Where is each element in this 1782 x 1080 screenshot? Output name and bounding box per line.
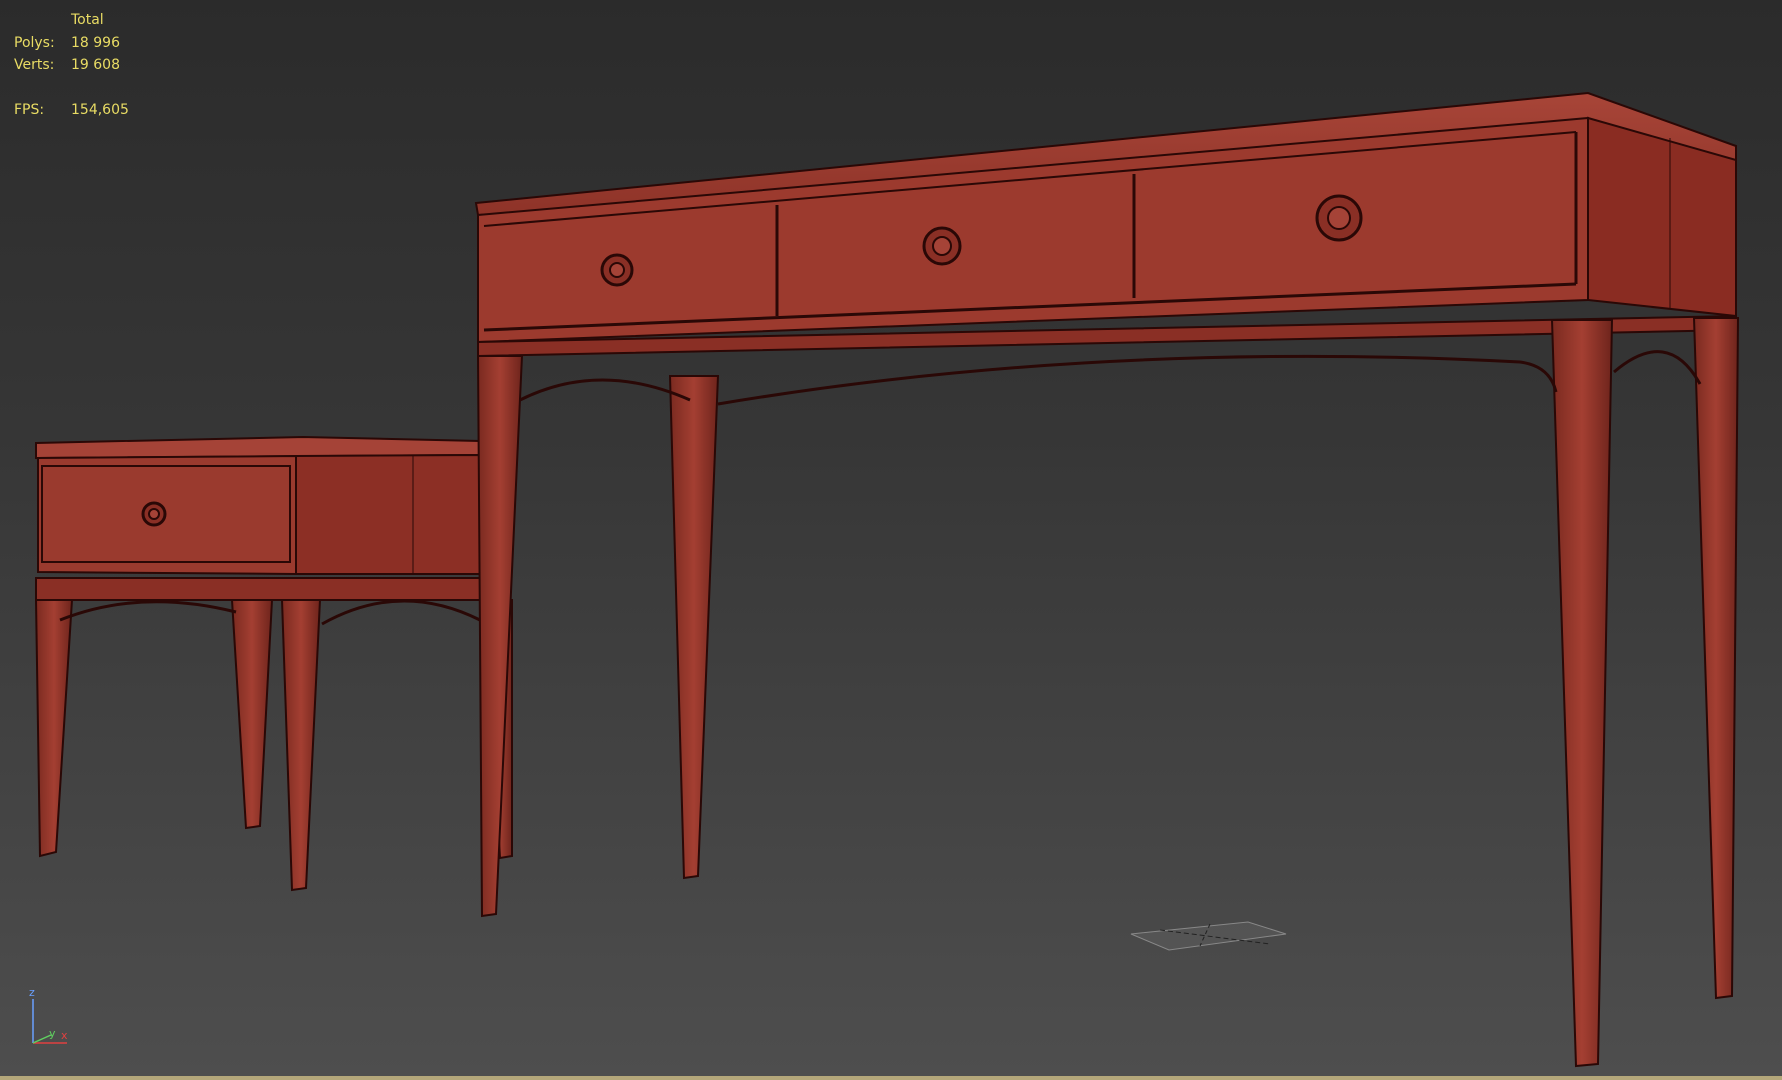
fps-value: 154,605 (71, 102, 129, 118)
nightstand-side (295, 453, 481, 575)
axis-y-label: y (49, 1027, 56, 1040)
axis-tripod-icon: z y x (29, 986, 68, 1044)
axis-x-label: x (61, 1029, 68, 1042)
viewport[interactable]: Total Polys: 18 996 Verts: 19 608 FPS: 1… (0, 0, 1782, 1080)
axis-z-label: z (29, 986, 35, 999)
nightstand-leg (280, 599, 322, 892)
nightstand-model[interactable] (34, 435, 513, 892)
nightstand-leg (34, 599, 74, 858)
verts-label: Verts: (14, 57, 55, 73)
nightstand-leg (230, 599, 274, 830)
grid-gizmo (1130, 921, 1287, 951)
fps-label: FPS: (14, 102, 45, 118)
console-leg (476, 355, 524, 918)
stats-header: Total (71, 12, 104, 28)
console-leg (1550, 319, 1614, 1068)
viewport-scene[interactable] (0, 0, 1782, 1080)
nightstand-apron (35, 577, 481, 601)
viewport-bottom-border (0, 1076, 1782, 1080)
verts-value: 19 608 (71, 57, 120, 73)
console-leg (1692, 317, 1740, 1000)
console-table-model[interactable] (474, 91, 1740, 1068)
console-leg (668, 375, 720, 880)
polys-label: Polys: (14, 34, 55, 51)
nightstand-drawer-front (37, 454, 297, 576)
polys-value: 18 996 (71, 34, 120, 51)
